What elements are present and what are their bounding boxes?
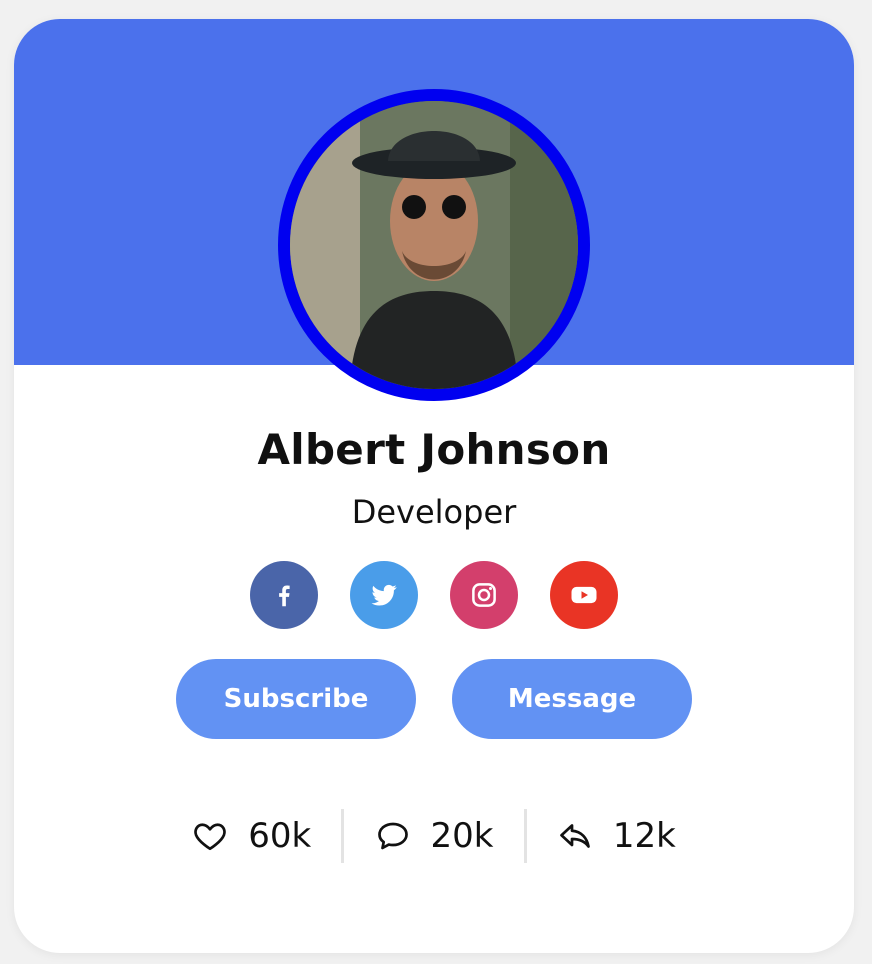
facebook-button[interactable] (250, 561, 318, 629)
likes-stat[interactable]: 60k (162, 809, 341, 863)
profile-card: Albert Johnson Developer Subscribe Messa… (14, 19, 854, 953)
twitter-icon (371, 584, 397, 606)
heart-icon (194, 823, 226, 851)
stats-row: 60k 20k 12k (162, 809, 706, 863)
youtube-icon (571, 586, 597, 604)
social-links (250, 561, 618, 629)
comment-icon (377, 822, 408, 850)
profile-photo (290, 101, 578, 389)
twitter-button[interactable] (350, 561, 418, 629)
facebook-icon (279, 585, 290, 607)
youtube-button[interactable] (550, 561, 618, 629)
reply-icon (559, 824, 590, 848)
profile-role: Developer (351, 493, 517, 531)
comments-stat[interactable]: 20k (344, 809, 523, 863)
likes-count: 60k (248, 816, 312, 856)
instagram-icon (472, 583, 496, 607)
comments-count: 20k (430, 816, 494, 856)
avatar (278, 89, 590, 401)
message-button[interactable]: Message (452, 659, 692, 739)
shares-stat[interactable]: 12k (527, 809, 706, 863)
shares-count: 12k (612, 816, 676, 856)
profile-name: Albert Johnson (257, 425, 611, 474)
instagram-button[interactable] (450, 561, 518, 629)
subscribe-button[interactable]: Subscribe (176, 659, 416, 739)
